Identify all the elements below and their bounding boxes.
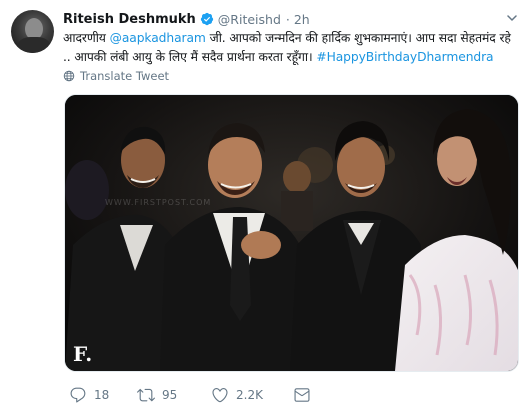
avatar[interactable]: [11, 10, 54, 53]
separator-dot: ·: [285, 11, 290, 27]
photo-illustration: WWW.FIRSTPOST.COM F.: [65, 95, 518, 371]
heart-icon: [212, 388, 228, 403]
retweet-button[interactable]: 95: [137, 384, 177, 406]
translate-label: Translate Tweet: [80, 69, 170, 83]
retweet-icon: [137, 388, 155, 402]
globe-icon: [63, 70, 75, 82]
reply-button[interactable]: 18: [69, 384, 109, 406]
tweet-text-part1: आदरणीय: [63, 31, 110, 45]
retweet-count: 95: [162, 388, 178, 402]
tweet-text: आदरणीय @aapkadharam जी. आपको जन्मदिन की …: [63, 29, 521, 67]
translate-tweet-button[interactable]: Translate Tweet: [63, 69, 169, 83]
hashtag-link[interactable]: #HappyBirthdayDharmendra: [316, 50, 493, 64]
tweet-card[interactable]: Riteish Deshmukh @Riteishd · 2h आदरणीय @…: [0, 0, 530, 408]
handle[interactable]: @Riteishd: [218, 12, 281, 27]
envelope-icon: [294, 388, 310, 402]
mention-link[interactable]: @aapkadharam: [110, 31, 206, 45]
verified-badge-icon: [200, 12, 213, 26]
tweet-header: Riteish Deshmukh @Riteishd · 2h: [63, 10, 310, 28]
like-count: 2.2K: [236, 388, 263, 402]
direct-message-button[interactable]: [293, 384, 311, 406]
like-button[interactable]: 2.2K: [211, 384, 263, 406]
timestamp-link[interactable]: 2h: [294, 12, 310, 27]
avatar-body: [18, 37, 50, 53]
reply-count: 18: [94, 388, 110, 402]
publisher-watermark: F.: [73, 342, 92, 366]
reply-icon: [70, 387, 86, 403]
watermark-band: WWW.FIRSTPOST.COM: [105, 198, 211, 207]
tweet-photo[interactable]: WWW.FIRSTPOST.COM F.: [64, 94, 519, 372]
chevron-down-icon[interactable]: [506, 12, 518, 24]
tweet-actions: 18 95 2.2K: [63, 384, 493, 406]
display-name[interactable]: Riteish Deshmukh: [63, 12, 196, 27]
